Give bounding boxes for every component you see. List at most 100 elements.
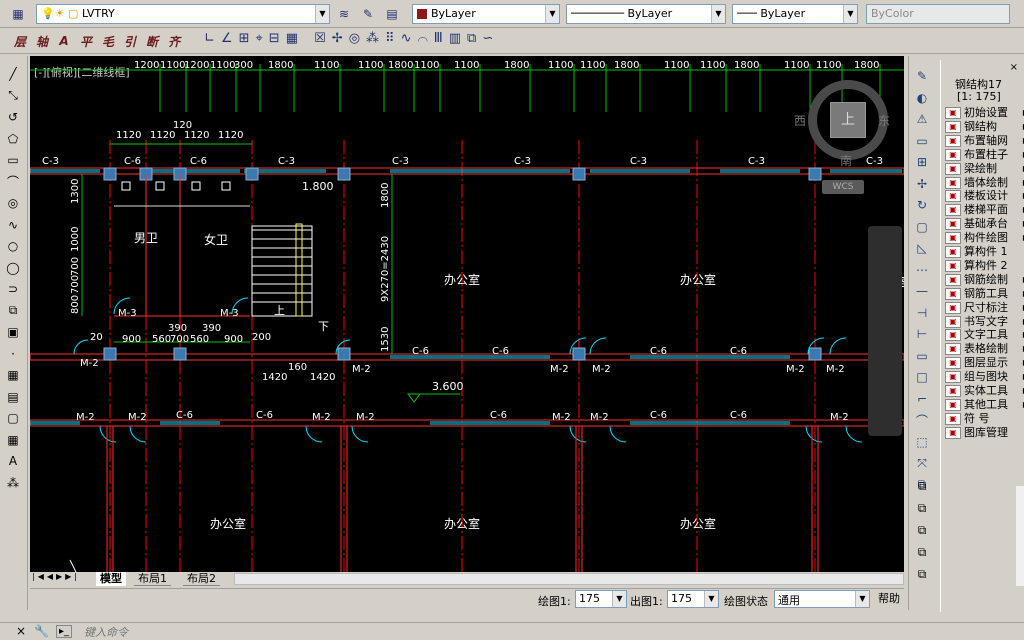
panel-menu-item[interactable]: ▣组与图块▶	[945, 370, 1024, 384]
scale-icon[interactable]: ▢	[912, 217, 932, 237]
erase-icon[interactable]: ✎	[912, 66, 932, 86]
tchs-tool-button[interactable]: 层	[10, 31, 30, 51]
line-icon[interactable]: ╱	[3, 64, 23, 84]
rebar-icon[interactable]: Ⅲ	[434, 31, 449, 46]
command-input[interactable]	[84, 624, 684, 640]
rotate-icon[interactable]: ↻	[912, 195, 932, 215]
navigation-bar[interactable]	[868, 226, 902, 436]
tab-layout2[interactable]: 布局2	[183, 572, 220, 586]
panel-menu-item[interactable]: ▣文字工具▶	[945, 328, 1024, 342]
chevron-down-icon[interactable]: ▼	[545, 5, 559, 23]
snap-icon[interactable]: ☒	[314, 31, 332, 46]
panel-menu-item[interactable]: ▣钢筋工具▶	[945, 287, 1024, 301]
tchs-tool-button[interactable]: A	[54, 31, 74, 51]
panel-scrollbar[interactable]	[1016, 486, 1024, 586]
table-icon[interactable]: ▦	[286, 31, 304, 46]
arc-icon[interactable]: ⌒	[3, 172, 23, 192]
tchs-tool-button[interactable]: 轴	[32, 31, 52, 51]
make-block-icon[interactable]: ▣	[3, 322, 23, 342]
extend-icon[interactable]: —	[912, 281, 932, 301]
stack-icon[interactable]: ⊞	[239, 31, 256, 46]
panel-menu-item[interactable]: ▣楼板设计▶	[945, 189, 1024, 203]
chevron-down-icon[interactable]: ▼	[315, 5, 329, 23]
lineweight-combo[interactable]: ─── ByLayer ▼	[732, 4, 858, 24]
circle-snap-icon[interactable]: ◎	[349, 31, 366, 46]
tchs-tool-button[interactable]: 断	[142, 31, 162, 51]
compass-west[interactable]: 西	[794, 112, 806, 129]
revcloud-icon[interactable]: ∿	[3, 215, 23, 235]
move-icon[interactable]: ✢	[332, 31, 349, 46]
trim-icon[interactable]: ⋯	[912, 260, 932, 280]
close-icon[interactable]: ×	[16, 624, 26, 638]
wave-icon[interactable]: ∽	[482, 31, 499, 46]
panel-menu-item[interactable]: ▣图层显示▶	[945, 356, 1024, 370]
chevron-down-icon[interactable]: ▼	[612, 591, 626, 607]
layer-tool-2-icon[interactable]: ⧉	[912, 498, 932, 518]
out-scale-combo[interactable]: 175 ▼	[667, 590, 719, 608]
arc-icon[interactable]: ⌒	[417, 31, 433, 46]
panel-menu-item[interactable]: ▣墙体绘制▶	[945, 176, 1024, 190]
panel-menu-item[interactable]: ▣书写文字▶	[945, 315, 1024, 329]
circle-icon[interactable]: ◎	[3, 193, 23, 213]
wrench-icon[interactable]: 🔧	[34, 624, 49, 638]
panel-close-icon[interactable]: ×	[1010, 62, 1018, 73]
draworder-icon[interactable]: ⤧	[912, 453, 932, 473]
panel-menu-item[interactable]: ▣钢结构▶	[945, 120, 1024, 134]
layer-previous-icon[interactable]: ✎	[358, 4, 378, 24]
layer-tool-4-icon[interactable]: ⧉	[912, 542, 932, 562]
region-icon[interactable]: ▢	[3, 408, 23, 428]
chevron-down-icon[interactable]: ▼	[711, 5, 725, 23]
layer-tool-1-icon[interactable]: ⧉	[912, 476, 932, 496]
gradient-icon[interactable]: ▤	[3, 387, 23, 407]
panel-menu-item[interactable]: ▣ 算构件 1	[945, 245, 1024, 259]
pline-icon[interactable]: ↺	[3, 107, 23, 127]
copy-icon[interactable]: ◐	[912, 88, 932, 108]
mtext-icon[interactable]: A	[3, 451, 23, 471]
compass-south[interactable]: 南	[840, 152, 852, 169]
panel-menu-item[interactable]: ▣布置柱子▶	[945, 148, 1024, 162]
chevron-down-icon[interactable]: ▼	[855, 591, 869, 607]
linetype-combo[interactable]: ──────── ByLayer ▼	[566, 4, 726, 24]
hatch-icon[interactable]: ▦	[3, 365, 23, 385]
tab-model[interactable]: 模型	[96, 572, 126, 586]
blend-icon[interactable]: ⌒	[912, 410, 932, 430]
explode-icon[interactable]: ⬚	[912, 432, 932, 452]
layer-tool-5-icon[interactable]: ⧉	[912, 564, 932, 584]
panel-menu-item[interactable]: ▣其他工具▶	[945, 398, 1024, 412]
panel-menu-item[interactable]: ▣基础承台▶	[945, 217, 1024, 231]
spline-icon[interactable]: ○	[3, 236, 23, 256]
panel-menu-item[interactable]: ▣布置轴网▶	[945, 134, 1024, 148]
table-icon[interactable]: ▦	[3, 430, 23, 450]
xline-icon[interactable]: ⤡	[3, 86, 23, 106]
plotstyle-combo[interactable]: ByColor	[866, 4, 1010, 24]
add-selected-icon[interactable]: ⁂	[3, 473, 23, 493]
panel-menu-item[interactable]: ▣表格绘制▶	[945, 342, 1024, 356]
panel-menu-item[interactable]: ▣ 图库管理	[945, 426, 1024, 440]
hatch-icon[interactable]: ▥	[449, 31, 467, 46]
panel-menu-item[interactable]: ▣实体工具▶	[945, 384, 1024, 398]
wcs-button[interactable]: WCS	[822, 180, 864, 194]
grid-icon[interactable]: ⊟	[269, 31, 286, 46]
ellipse-arc-icon[interactable]: ⊃	[3, 279, 23, 299]
help-button[interactable]: 帮助	[874, 590, 904, 608]
break-point-icon[interactable]: ⊣	[912, 303, 932, 323]
panel-menu-item[interactable]: ▣构件绘图▶	[945, 231, 1024, 245]
panel-menu-item[interactable]: ▣楼梯平面▶	[945, 203, 1024, 217]
block-insert-icon[interactable]: ⧉	[3, 301, 23, 321]
copy-icon[interactable]: ⧉	[467, 31, 482, 46]
tchs-tool-button[interactable]: 引	[120, 31, 140, 51]
move-icon[interactable]: ✢	[912, 174, 932, 194]
break-icon[interactable]: ⊢	[912, 324, 932, 344]
polygon-icon[interactable]: ⬠	[3, 129, 23, 149]
tchs-tool-button[interactable]: 毛	[98, 31, 118, 51]
layer-tool-3-icon[interactable]: ⧉	[912, 520, 932, 540]
dots-icon[interactable]: ⠿	[385, 31, 401, 46]
viewcube-face[interactable]: 上	[830, 102, 866, 138]
panel-menu-item[interactable]: ▣ 符 号	[945, 412, 1024, 426]
ortho-icon[interactable]: ∟	[204, 31, 221, 46]
mirror-icon[interactable]: ⚠	[912, 109, 932, 129]
chevron-down-icon[interactable]: ▼	[843, 5, 857, 23]
layer-tool-icon[interactable]: ≋	[334, 4, 354, 24]
chevron-down-icon[interactable]: ▼	[704, 591, 718, 607]
panel-menu-item[interactable]: ▣钢筋绘制▶	[945, 273, 1024, 287]
